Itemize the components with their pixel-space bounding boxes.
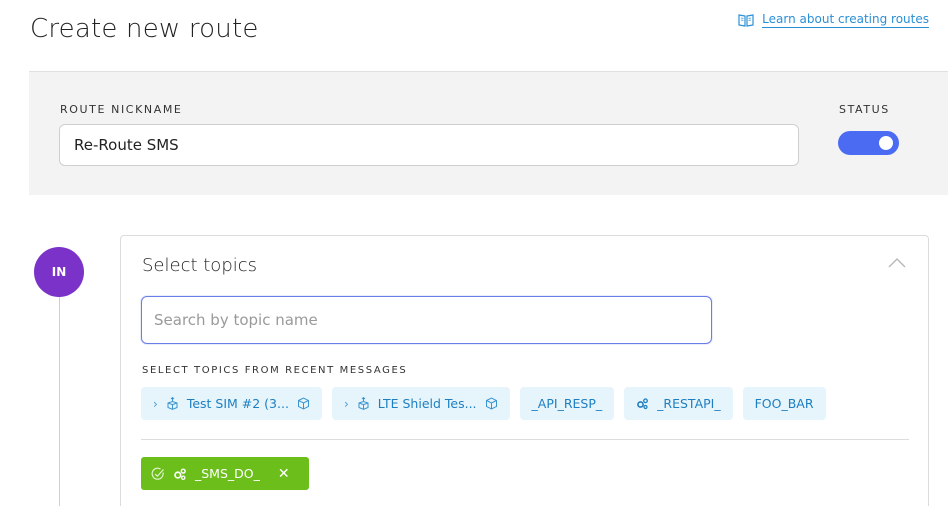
device-upload-icon bbox=[167, 397, 178, 410]
route-nickname-label: ROUTE NICKNAME bbox=[60, 103, 183, 116]
gears-icon bbox=[174, 467, 186, 480]
chevron-up-icon[interactable] bbox=[888, 256, 906, 270]
selected-topic-chip[interactable]: _SMS_DO_ ✕ bbox=[141, 457, 309, 490]
status-label: STATUS bbox=[839, 103, 890, 116]
book-icon bbox=[738, 14, 754, 27]
close-icon[interactable]: ✕ bbox=[278, 466, 290, 482]
topic-chip-label: Test SIM #2 (3... bbox=[186, 396, 289, 411]
topic-chip-label: _RESTAPI_ bbox=[657, 396, 721, 411]
topic-chip-label: FOO_BAR bbox=[754, 396, 814, 411]
gears-icon bbox=[637, 398, 649, 410]
in-badge: IN bbox=[34, 247, 84, 297]
recent-topics-label: SELECT TOPICS FROM RECENT MESSAGES bbox=[142, 365, 408, 376]
status-toggle[interactable] bbox=[838, 131, 899, 155]
topic-chip-label: LTE Shield Tes... bbox=[377, 396, 477, 411]
route-nickname-input[interactable] bbox=[59, 124, 799, 166]
divider bbox=[141, 439, 909, 440]
learn-link[interactable]: Learn about creating routes bbox=[738, 12, 929, 28]
topics-card: Select topics SELECT TOPICS FROM RECENT … bbox=[120, 235, 929, 506]
toggle-knob bbox=[879, 136, 893, 150]
recent-topics-chips: › Test SIM #2 (3... › LTE Shield Tes... … bbox=[141, 387, 826, 420]
topics-card-title: Select topics bbox=[142, 255, 258, 276]
device-upload-icon bbox=[358, 397, 369, 410]
chevron-right-icon[interactable]: › bbox=[153, 397, 158, 411]
topic-chip-label: _API_RESP_ bbox=[531, 396, 603, 411]
cube-icon bbox=[485, 397, 497, 410]
topic-chip[interactable]: _API_RESP_ bbox=[519, 387, 615, 420]
topic-chip[interactable]: FOO_BAR bbox=[742, 387, 826, 420]
timeline-line bbox=[59, 296, 60, 506]
page-title: Create new route bbox=[30, 14, 259, 44]
topic-chip[interactable]: _RESTAPI_ bbox=[624, 387, 733, 420]
topic-chip[interactable]: › Test SIM #2 (3... bbox=[141, 387, 322, 420]
topic-search-input[interactable] bbox=[141, 296, 712, 344]
learn-link-label: Learn about creating routes bbox=[762, 12, 929, 28]
selected-topic-label: _SMS_DO_ bbox=[195, 466, 260, 481]
check-circle-icon bbox=[151, 467, 164, 480]
cube-icon bbox=[297, 397, 309, 410]
topic-chip[interactable]: › LTE Shield Tes... bbox=[331, 387, 510, 420]
nickname-panel: ROUTE NICKNAME STATUS bbox=[29, 71, 948, 195]
chevron-right-icon[interactable]: › bbox=[344, 397, 349, 411]
